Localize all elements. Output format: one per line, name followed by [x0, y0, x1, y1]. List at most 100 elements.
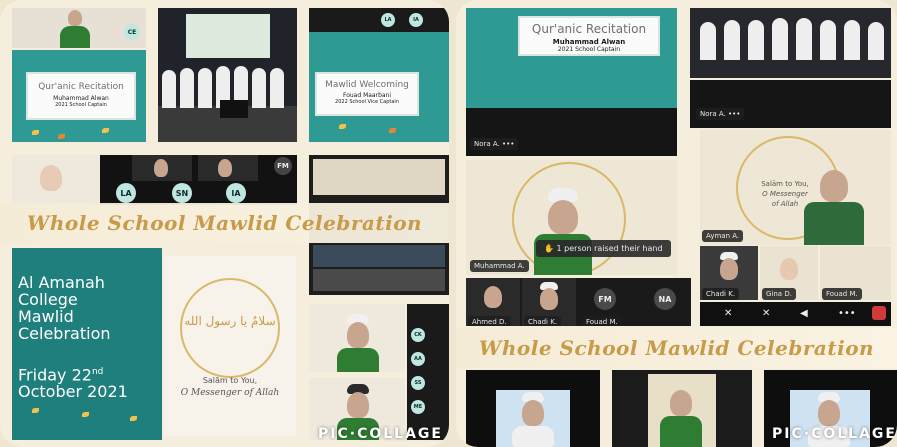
performer: [748, 20, 764, 60]
tile-chadi-2: Chadi K.: [522, 278, 576, 326]
banner-text: Whole School Mawlid Celebration: [478, 336, 875, 360]
avatar-ia: IA: [226, 183, 246, 203]
more-icon[interactable]: •••: [838, 308, 856, 319]
speaker-face: [820, 170, 848, 202]
avatar-na: NA: [654, 288, 676, 310]
performer: [796, 18, 812, 60]
participant-robe: [660, 416, 702, 447]
participant-face: [720, 258, 738, 280]
performer: [252, 68, 266, 108]
gallery-row: [313, 269, 445, 291]
meeting-strip-right: Nora A. •••: [690, 80, 891, 128]
tile-woman: [12, 155, 100, 205]
decor-leaf: [102, 128, 109, 133]
name-chip-chadi: Chadi K.: [524, 316, 562, 326]
participant-list: CK AA SS ME: [407, 304, 449, 440]
slide-recitation: Qur'anic Recitation Muhammad Alwan 2021 …: [12, 50, 146, 142]
tile-student-2: [612, 370, 752, 447]
collage-watermark: PIC·COLLAGE: [318, 426, 443, 442]
performer: [820, 20, 836, 60]
performer: [700, 22, 716, 60]
event-line-1: Al Amanah: [18, 273, 105, 292]
stage-photo: [690, 8, 891, 78]
speaker-icon[interactable]: ◀: [800, 308, 808, 319]
avatar-ck: CK: [411, 328, 425, 342]
collage-banner: Whole School Mawlid Celebration: [0, 203, 449, 243]
poster-english-2: O Messenger: [762, 190, 808, 198]
poster-english-2: O Messenger of Allah: [180, 388, 280, 398]
gallery-row: [313, 159, 445, 195]
decor-leaf: [339, 124, 346, 129]
decor-leaf: [32, 408, 39, 413]
video-tile-top-left: CE: [12, 8, 146, 48]
stage-screen: [186, 14, 270, 58]
speaker-box: [220, 100, 248, 118]
left-collage: CE Qur'anic Recitation Muhammad Alwan 20…: [0, 0, 449, 447]
speaker-robe: [337, 348, 379, 372]
event-title: Al Amanah College Mawlid Celebration: [18, 274, 111, 342]
tile-chadi: Chadi K.: [700, 246, 758, 300]
performer: [180, 68, 194, 108]
slide-welcoming: LA IA Mawlid Welcoming Fouad Maarbani 20…: [309, 8, 449, 142]
slide-card: Mawlid Welcoming Fouad Maarbani 2022 Sch…: [315, 72, 419, 116]
banner-text: Whole School Mawlid Celebration: [26, 211, 423, 235]
performer: [270, 68, 284, 108]
tile-fouad: Fouad M.: [820, 246, 891, 300]
tile-student-1: [466, 370, 600, 447]
event-title-card: Al Amanah College Mawlid Celebration Fri…: [12, 248, 162, 440]
event-date-rest: October 2021: [18, 382, 128, 402]
raise-hand-notice: ✋ 1 person raised their hand: [536, 240, 671, 257]
poster-english-1: Salām to You,: [761, 180, 809, 188]
event-date-suffix: nd: [91, 367, 104, 377]
speaker-face: [347, 322, 369, 348]
performer: [772, 18, 788, 60]
mute-icon[interactable]: ✕: [724, 308, 732, 319]
participant-row: Ahmed D. Chadi K. FM Fouad M. NA: [466, 278, 691, 326]
participant-face: [780, 258, 798, 280]
avatar-sn: SN: [172, 183, 192, 203]
participant-face: [154, 159, 168, 177]
speaker-ayman: Salām to You, O Messenger of Allah Ayman…: [700, 130, 891, 245]
decor-leaf: [389, 128, 396, 133]
avatar-me: ME: [411, 400, 425, 414]
name-chip-fouad: Fouad M.: [822, 288, 862, 300]
tile-man: [132, 155, 192, 181]
name-chip-nora: Nora A. •••: [696, 108, 745, 120]
participant-robe: [60, 26, 90, 48]
slide-name: Muhammad Alwan: [53, 95, 109, 102]
leave-icon[interactable]: [872, 306, 886, 320]
slide-recitation: Qur'anic Recitation Muhammad Alwan 2021 …: [466, 8, 677, 108]
avatar-la: LA: [381, 13, 395, 27]
name-chip-ayman: Ayman A.: [702, 230, 744, 242]
tile-gina: Gina D.: [760, 246, 818, 300]
slide-role: 2021 School Captain: [557, 46, 621, 53]
avatar-fm: FM: [274, 157, 292, 175]
slide-card: Qur'anic Recitation Muhammad Alwan 2021 …: [26, 72, 136, 120]
right-collage: Qur'anic Recitation Muhammad Alwan 2021 …: [456, 0, 897, 447]
avatar-fm: FM: [594, 288, 616, 310]
event-line-3: Mawlid: [18, 307, 74, 326]
gallery-row: [313, 245, 445, 267]
slide-title: Qur'anic Recitation: [531, 22, 647, 36]
event-date: Friday 22nd October 2021: [18, 364, 128, 400]
participant-face: [818, 400, 840, 426]
name-chip-nora: Nora A. •••: [470, 138, 519, 150]
name-chip-chadi: Chadi K.: [702, 288, 740, 300]
participant-face: [670, 390, 692, 416]
avatar-aa: AA: [411, 352, 425, 366]
speaker-face: [548, 200, 578, 234]
participant-face: [68, 10, 82, 26]
slide-title: Mawlid Welcoming: [325, 80, 409, 90]
slide-role: 2021 School Captain: [55, 102, 107, 108]
slide-card: Qur'anic Recitation Muhammad Alwan 2021 …: [518, 16, 660, 56]
event-line-4: Celebration: [18, 324, 111, 343]
decor-leaf: [32, 130, 39, 135]
poster-ring: [180, 278, 280, 378]
poster-salam: سلامٌ يا رسول الله Salām to You, O Messe…: [164, 256, 296, 436]
video-off-icon[interactable]: ✕: [762, 308, 770, 319]
avatar-la: LA: [116, 183, 136, 203]
participant-face: [40, 165, 62, 191]
speaker-robe: [804, 202, 864, 245]
speaker-face: [347, 392, 369, 418]
name-chip-muhammad: Muhammad A.: [470, 260, 529, 272]
